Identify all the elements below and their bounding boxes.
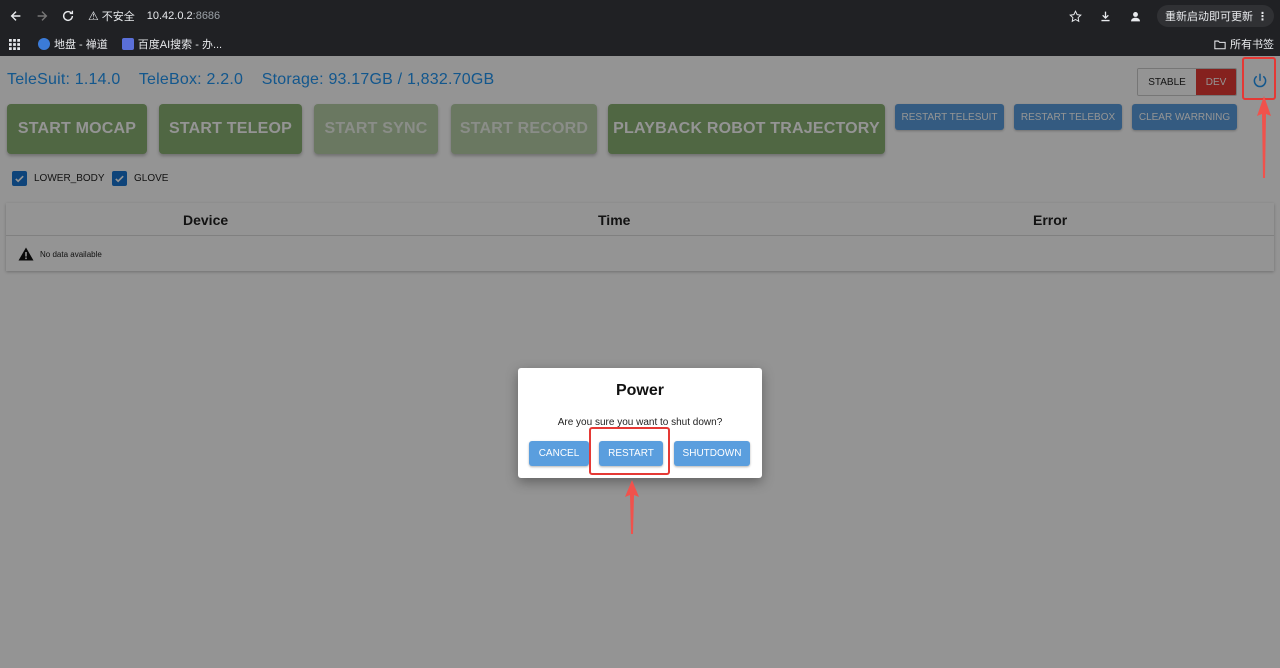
zentao-favicon (38, 38, 50, 50)
dialog-title: Power (615, 382, 664, 399)
restart-arrow-icon (625, 480, 639, 534)
cancel-button[interactable]: CANCEL (529, 441, 589, 466)
bookmark-star-icon[interactable] (1067, 8, 1083, 24)
apps-grid-icon[interactable] (4, 38, 24, 50)
url-port: :8686 (192, 10, 221, 22)
modal-backdrop[interactable] (0, 56, 1280, 668)
all-bookmarks-label: 所有书签 (1230, 39, 1274, 51)
power-arrow-icon (1257, 96, 1271, 178)
bookmarks-bar: 地盘 - 禅道 百度AI搜索 - 办... 所有书签 (0, 32, 1280, 56)
baidu-favicon (121, 38, 134, 50)
forward-icon[interactable] (30, 4, 54, 28)
warning-icon: ⚠ (88, 9, 99, 23)
shutdown-button[interactable]: SHUTDOWN (674, 441, 750, 466)
update-label: 重新启动即可更新 (1165, 11, 1253, 23)
power-highlight-box (1242, 57, 1276, 100)
address-bar[interactable]: ⚠ 不安全 10.42.0.2:8686 (88, 8, 220, 24)
reload-icon[interactable] (56, 4, 80, 28)
more-menu-icon: ⋮ (1257, 10, 1268, 23)
all-bookmarks[interactable]: 所有书签 (1214, 36, 1274, 52)
download-icon[interactable] (1097, 8, 1113, 24)
bookmark-item-zentao[interactable]: 地盘 - 禅道 (38, 36, 108, 52)
profile-icon[interactable] (1127, 8, 1143, 24)
browser-toolbar: ⚠ 不安全 10.42.0.2:8686 重新启动即可更新 ⋮ (0, 0, 1280, 32)
bookmark-label: 百度AI搜索 - 办... (137, 39, 223, 51)
bookmark-label: 地盘 - 禅道 (54, 39, 108, 51)
url-host: 10.42.0.2 (146, 10, 193, 22)
back-icon[interactable] (4, 4, 28, 28)
bookmark-item-baidu-ai[interactable]: 百度AI搜索 - 办... (121, 36, 223, 52)
security-label: 不安全 (101, 11, 135, 23)
restart-highlight-box (589, 427, 670, 475)
folder-icon (1214, 40, 1226, 49)
update-button[interactable]: 重新启动即可更新 ⋮ (1157, 5, 1274, 27)
